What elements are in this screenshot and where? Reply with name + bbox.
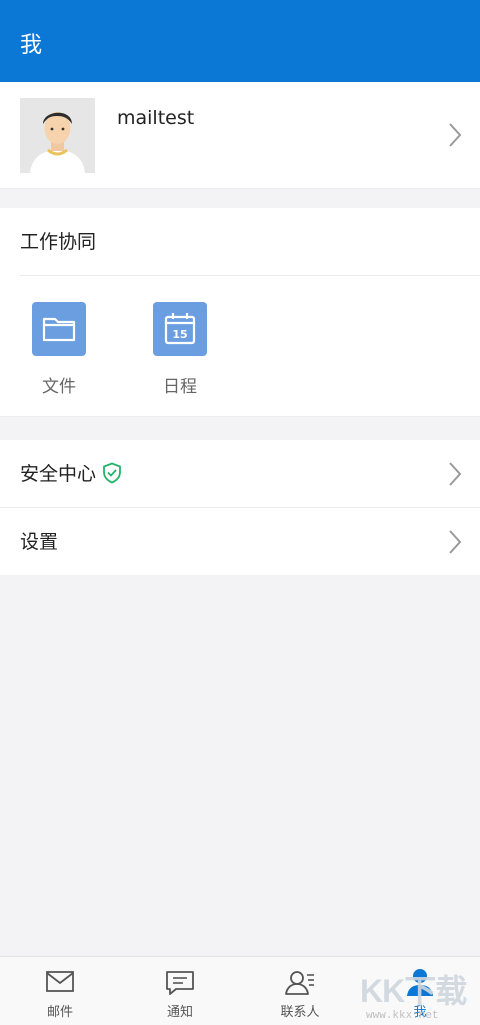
work-collaboration-section: 工作协同 文件 15 日程: [0, 208, 480, 417]
app-label: 文件: [42, 377, 76, 397]
folder-icon: [32, 302, 86, 356]
contacts-icon: [282, 967, 318, 997]
header-bar: 我: [0, 0, 480, 82]
tab-contacts[interactable]: 联系人: [240, 957, 360, 1025]
app-label: 日程: [163, 377, 197, 397]
avatar-person-icon: [20, 98, 95, 173]
mail-icon: [42, 967, 78, 997]
svg-text:15: 15: [172, 328, 187, 341]
tab-label: 我: [413, 1005, 427, 1020]
username: mailtest: [117, 107, 195, 129]
app-files[interactable]: 文件: [19, 302, 99, 402]
message-icon: [162, 967, 198, 997]
shield-check-icon: [102, 462, 122, 488]
page-title: 我: [20, 33, 43, 58]
tab-notifications[interactable]: 通知: [120, 957, 240, 1025]
tab-mail[interactable]: 邮件: [0, 957, 120, 1025]
section-title: 工作协同: [20, 231, 97, 253]
tab-label: 通知: [166, 1005, 193, 1020]
app-calendar[interactable]: 15 日程: [140, 302, 220, 402]
settings-row[interactable]: 设置: [0, 508, 480, 575]
calendar-icon: 15: [153, 302, 207, 356]
tab-label: 邮件: [46, 1005, 73, 1020]
profile-card[interactable]: mailtest: [0, 82, 480, 189]
divider: [20, 275, 480, 276]
tab-me[interactable]: 我: [360, 957, 480, 1025]
avatar: [20, 98, 95, 173]
bottom-tab-bar: 邮件 通知 联系人 我: [0, 956, 480, 1025]
chevron-right-icon: [448, 529, 462, 555]
security-center-row[interactable]: 安全中心: [0, 440, 480, 508]
tab-label: 联系人: [280, 1005, 320, 1020]
profile-icon: [402, 967, 438, 997]
row-label: 安全中心: [20, 463, 97, 485]
chevron-right-icon: [448, 122, 462, 148]
row-label: 设置: [20, 531, 59, 553]
chevron-right-icon: [448, 461, 462, 487]
